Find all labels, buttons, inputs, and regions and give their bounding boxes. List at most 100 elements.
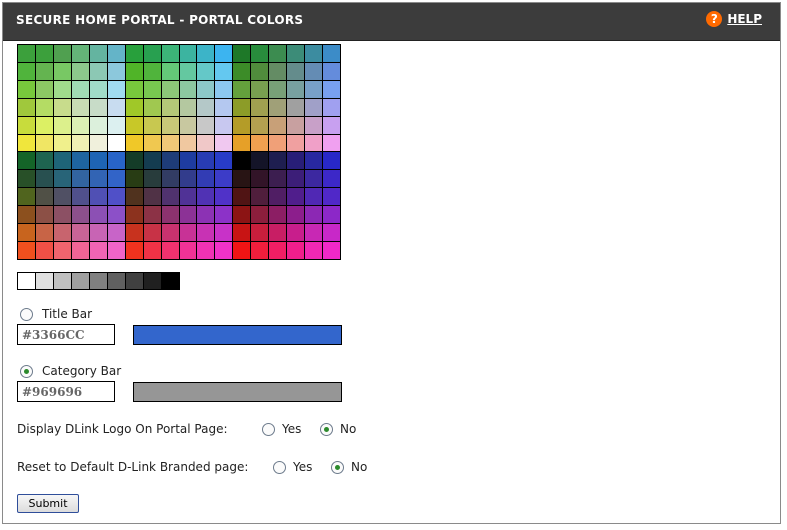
palette-swatch[interactable] [233,116,251,134]
palette-swatch[interactable] [35,62,53,80]
palette-swatch[interactable] [179,206,197,224]
palette-swatch[interactable] [251,242,269,259]
palette-swatch[interactable] [71,134,89,152]
palette-swatch[interactable] [71,170,89,188]
palette-swatch[interactable] [89,45,107,62]
palette-swatch[interactable] [89,242,107,259]
palette-swatch[interactable] [323,134,340,152]
palette-swatch[interactable] [18,152,35,170]
palette-swatch[interactable] [71,80,89,98]
palette-swatch[interactable] [323,98,340,116]
palette-swatch[interactable] [179,80,197,98]
palette-swatch[interactable] [107,116,125,134]
palette-swatch[interactable] [179,62,197,80]
palette-swatch[interactable] [143,170,161,188]
palette-swatch[interactable] [125,62,143,80]
palette-swatch[interactable] [71,62,89,80]
reset-default-yes-radio[interactable] [273,460,286,474]
palette-swatch[interactable] [269,242,287,259]
palette-swatch[interactable] [197,242,215,259]
palette-swatch[interactable] [125,45,143,62]
palette-swatch[interactable] [197,62,215,80]
palette-swatch[interactable] [143,188,161,206]
palette-swatch[interactable] [251,134,269,152]
palette-swatch[interactable] [71,242,89,259]
palette-swatch[interactable] [269,170,287,188]
palette-swatch[interactable] [215,62,233,80]
palette-swatch[interactable] [143,45,161,62]
palette-swatch[interactable] [107,152,125,170]
palette-swatch[interactable] [35,98,53,116]
palette-swatch[interactable] [179,152,197,170]
palette-swatch[interactable] [35,45,53,62]
palette-swatch[interactable] [18,116,35,134]
palette-swatch[interactable] [89,62,107,80]
palette-swatch[interactable] [89,170,107,188]
palette-swatch[interactable] [179,242,197,259]
palette-swatch[interactable] [53,134,71,152]
title-bar-option[interactable]: Title Bar [20,307,92,321]
palette-swatch[interactable] [71,224,89,242]
grayscale-swatch[interactable] [72,273,89,289]
palette-swatch[interactable] [323,188,340,206]
palette-swatch[interactable] [323,80,340,98]
palette-swatch[interactable] [143,224,161,242]
palette-swatch[interactable] [18,242,35,259]
palette-swatch[interactable] [161,242,179,259]
display-logo-no-radio[interactable] [320,422,333,436]
palette-swatch[interactable] [215,134,233,152]
palette-swatch[interactable] [287,152,305,170]
palette-swatch[interactable] [107,206,125,224]
palette-swatch[interactable] [161,62,179,80]
palette-swatch[interactable] [107,170,125,188]
palette-swatch[interactable] [143,98,161,116]
palette-swatch[interactable] [143,206,161,224]
palette-swatch[interactable] [323,45,340,62]
palette-swatch[interactable] [89,224,107,242]
palette-swatch[interactable] [71,98,89,116]
palette-swatch[interactable] [269,45,287,62]
palette-swatch[interactable] [18,80,35,98]
palette-swatch[interactable] [161,45,179,62]
palette-swatch[interactable] [35,80,53,98]
palette-swatch[interactable] [233,45,251,62]
palette-swatch[interactable] [251,98,269,116]
palette-swatch[interactable] [143,134,161,152]
palette-swatch[interactable] [233,206,251,224]
palette-swatch[interactable] [287,242,305,259]
palette-swatch[interactable] [35,116,53,134]
palette-swatch[interactable] [71,45,89,62]
grayscale-swatch[interactable] [36,273,53,289]
palette-swatch[interactable] [18,98,35,116]
palette-swatch[interactable] [215,188,233,206]
palette-swatch[interactable] [215,116,233,134]
palette-swatch[interactable] [35,224,53,242]
palette-swatch[interactable] [125,188,143,206]
palette-swatch[interactable] [323,152,340,170]
palette-swatch[interactable] [161,224,179,242]
palette-swatch[interactable] [215,206,233,224]
palette-swatch[interactable] [35,242,53,259]
title-bar-hex-input[interactable] [17,324,115,345]
palette-swatch[interactable] [143,116,161,134]
palette-swatch[interactable] [107,98,125,116]
palette-swatch[interactable] [251,206,269,224]
palette-swatch[interactable] [233,224,251,242]
palette-swatch[interactable] [161,206,179,224]
palette-swatch[interactable] [233,80,251,98]
palette-swatch[interactable] [107,45,125,62]
palette-swatch[interactable] [251,80,269,98]
palette-swatch[interactable] [323,170,340,188]
palette-swatch[interactable] [305,80,323,98]
palette-swatch[interactable] [161,80,179,98]
palette-swatch[interactable] [287,98,305,116]
palette-swatch[interactable] [161,98,179,116]
palette-swatch[interactable] [215,45,233,62]
palette-swatch[interactable] [35,206,53,224]
palette-swatch[interactable] [143,62,161,80]
palette-swatch[interactable] [233,242,251,259]
palette-swatch[interactable] [251,45,269,62]
palette-swatch[interactable] [53,45,71,62]
reset-default-yes-option[interactable]: Yes [273,460,312,474]
palette-swatch[interactable] [179,170,197,188]
